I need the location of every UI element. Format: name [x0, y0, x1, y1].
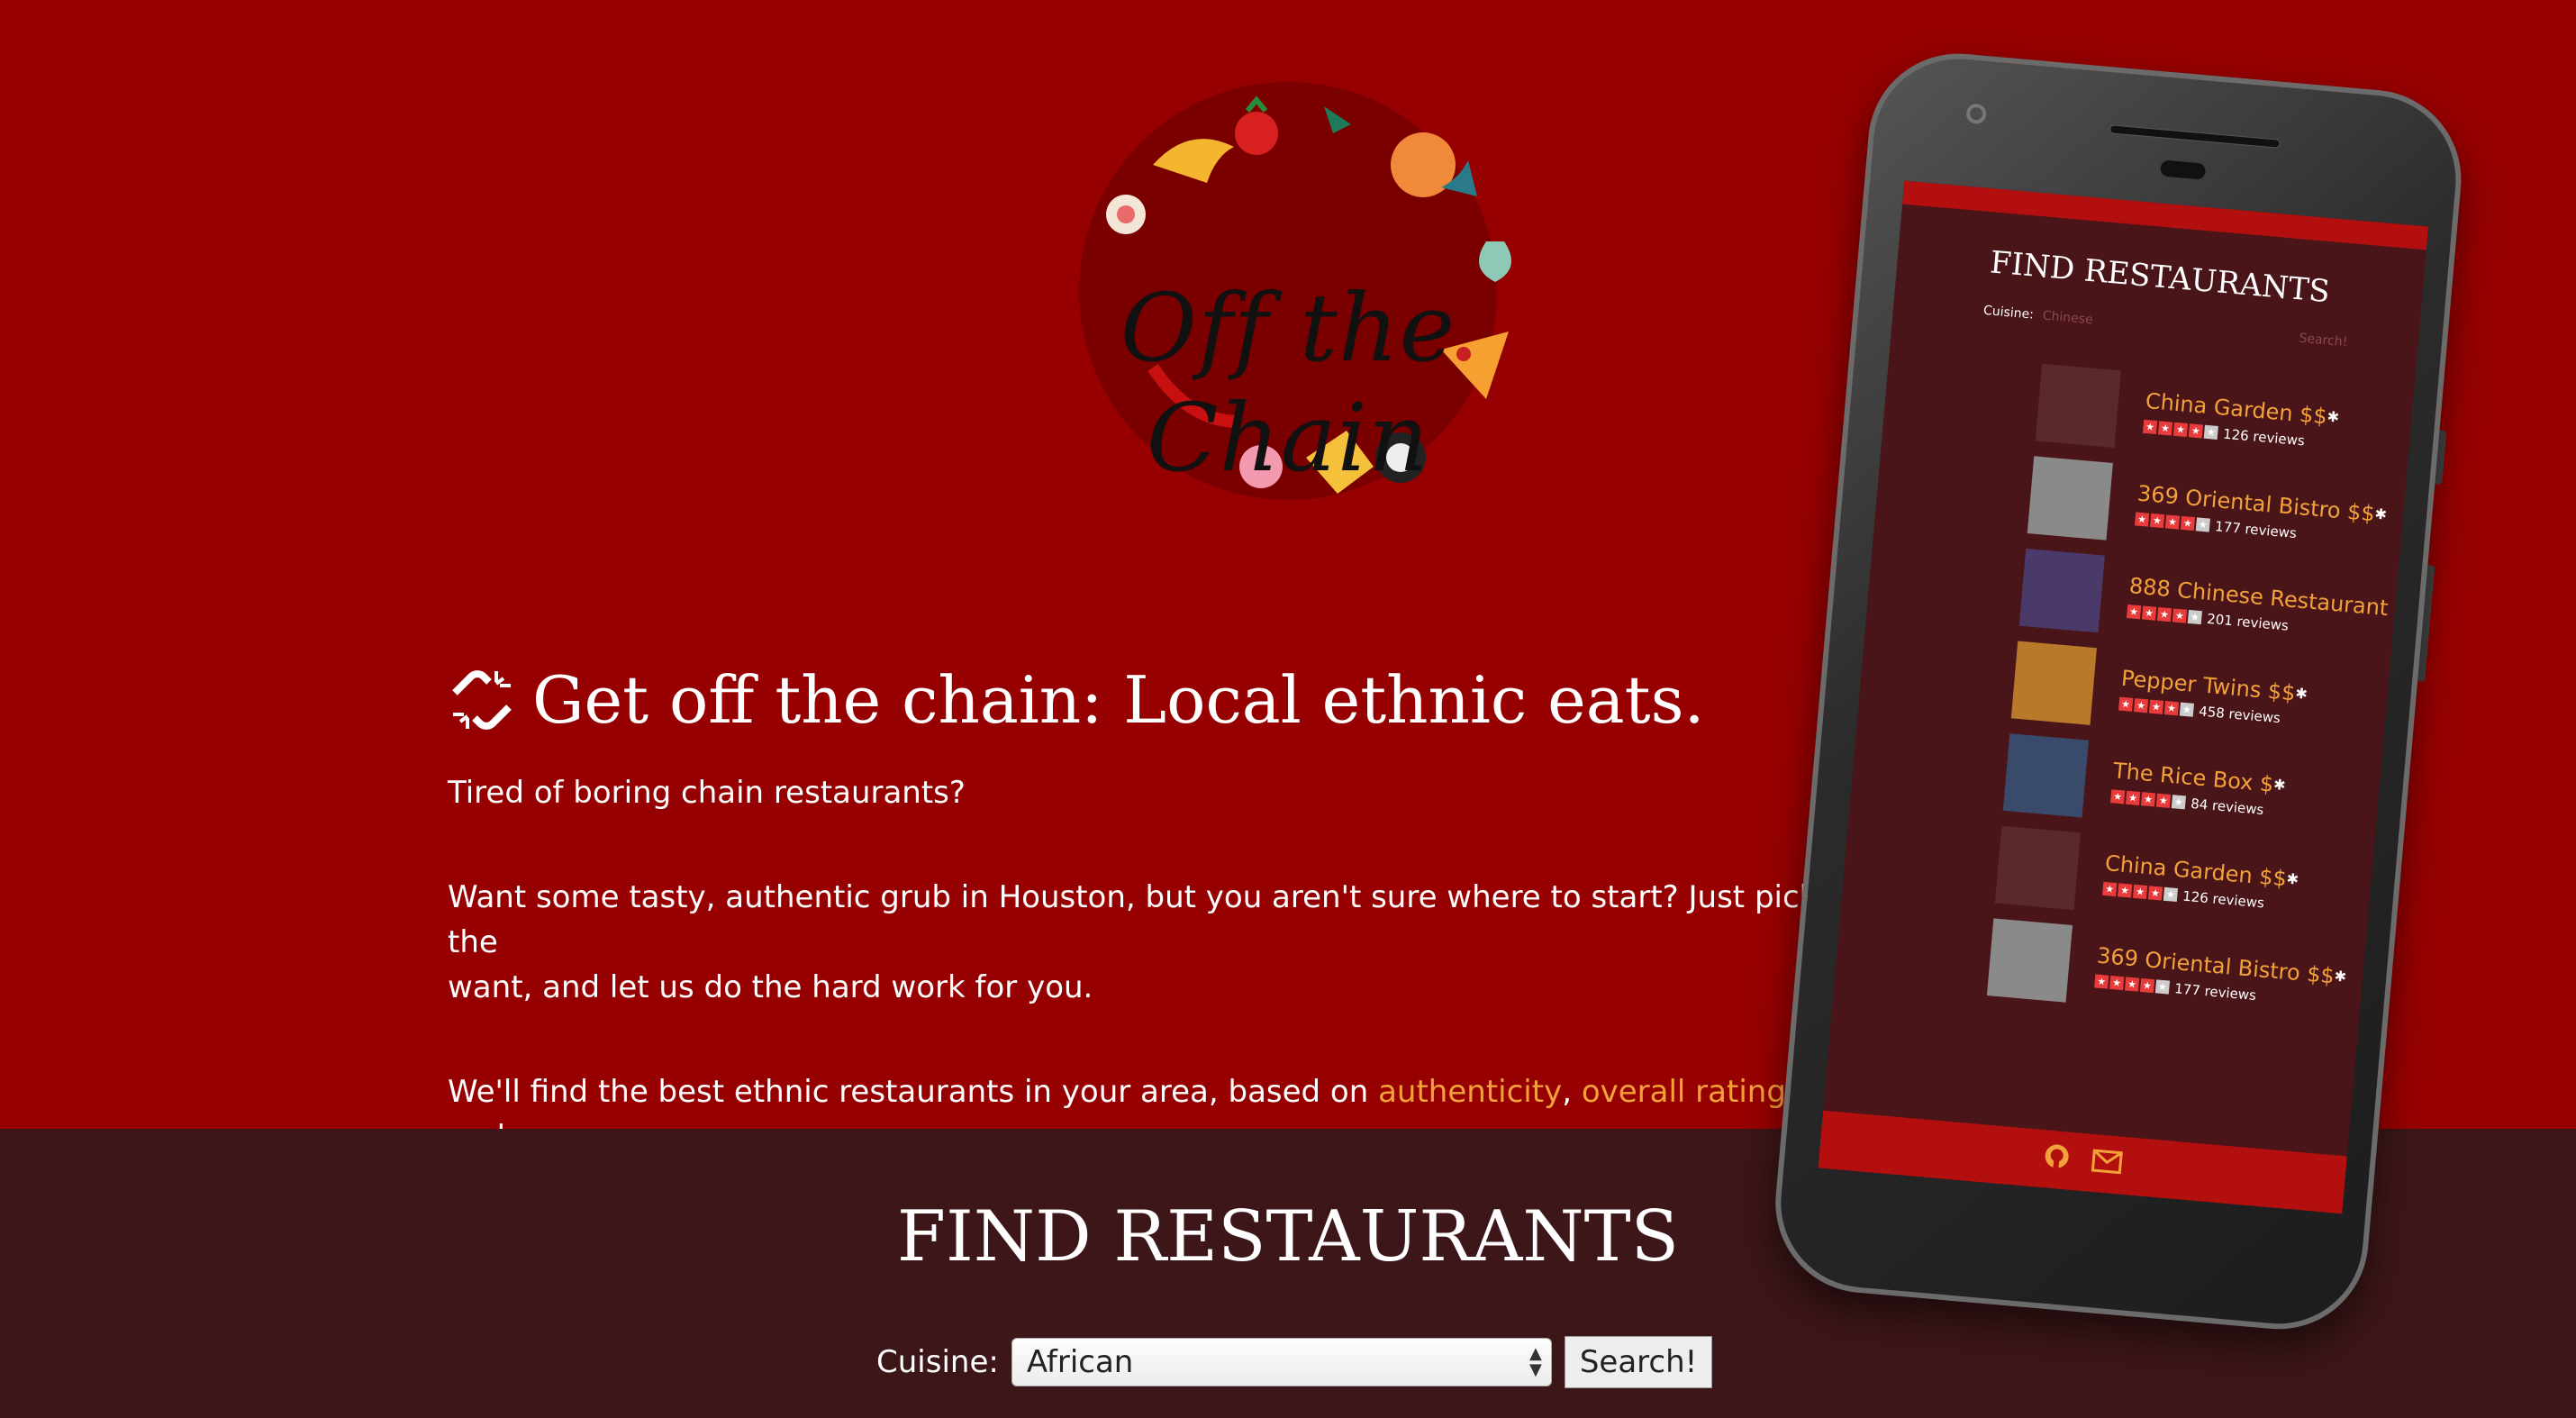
star-icon: ★: [2147, 886, 2163, 901]
phone-title: FIND RESTAURANTS: [1988, 244, 2332, 311]
phone-mockup: FIND RESTAURANTS Cuisine: Chinese Search…: [1747, 45, 2541, 1379]
yelp-icon[interactable]: ✱: [2327, 408, 2340, 426]
phone-footer: [1818, 1110, 2347, 1214]
star-icon: ★: [2094, 974, 2109, 989]
review-count: 84 reviews: [2190, 795, 2265, 818]
restaurant-thumbnail[interactable]: [2027, 455, 2113, 541]
restaurant-thumbnail[interactable]: [2002, 732, 2090, 817]
star-icon: ★: [2171, 795, 2187, 810]
star-icon: ★: [2140, 792, 2156, 807]
star-icon: ★: [2118, 883, 2133, 898]
review-count: 177 reviews: [2173, 979, 2257, 1004]
restaurant-thumbnail[interactable]: [2010, 641, 2098, 725]
star-icon: ★: [2155, 793, 2172, 808]
star-icon: ★: [2133, 698, 2149, 714]
phone-cuisine-input[interactable]: Chinese: [2042, 309, 2093, 328]
star-icon: ★: [2163, 886, 2179, 903]
star-icon: ★: [2118, 696, 2134, 712]
github-icon[interactable]: [2042, 1141, 2072, 1177]
review-count: 177 reviews: [2214, 517, 2298, 541]
review-count: 126 reviews: [2222, 425, 2306, 449]
yelp-icon[interactable]: ✱: [2295, 685, 2308, 703]
cuisine-select[interactable]: African ▲ ▼: [1011, 1338, 1552, 1386]
review-count: 201 reviews: [2206, 610, 2290, 634]
phone-cuisine-label: Cuisine:: [1982, 303, 2035, 323]
yelp-icon[interactable]: ✱: [2272, 776, 2286, 794]
search-form: Cuisine: African ▲ ▼ Search!: [876, 1336, 1713, 1388]
star-icon: ★: [2141, 605, 2157, 621]
star-icon: ★: [2180, 515, 2196, 532]
star-icon: ★: [2164, 514, 2181, 530]
yelp-icon[interactable]: ✱: [2374, 505, 2388, 523]
star-icon: ★: [2188, 423, 2204, 439]
broken-chain-icon: [452, 670, 512, 730]
review-count: 458 reviews: [2198, 702, 2281, 726]
select-arrows-icon: ▲ ▼: [1528, 1344, 1542, 1379]
star-icon: ★: [2132, 884, 2148, 900]
star-icon: ★: [2195, 517, 2210, 532]
cuisine-label: Cuisine:: [876, 1344, 999, 1380]
star-icon: ★: [2102, 881, 2118, 897]
star-icon: ★: [2172, 608, 2188, 623]
speaker-grille: [2109, 124, 2281, 149]
star-rating: ★ ★ ★ ★ ★: [2142, 419, 2218, 440]
restaurant-thumbnail[interactable]: [1994, 825, 2082, 910]
star-rating: ★ ★ ★ ★ ★: [2118, 696, 2195, 717]
star-icon: ★: [2172, 422, 2189, 438]
star-rating: ★ ★ ★ ★ ★: [2126, 604, 2202, 625]
star-icon: ★: [2125, 790, 2141, 805]
yelp-icon[interactable]: ✱: [2334, 968, 2347, 986]
restaurant-thumbnail[interactable]: [2018, 548, 2105, 632]
star-icon: ★: [2126, 604, 2142, 620]
restaurant-list: China Garden $$ ✱ ★ ★ ★ ★ ★ 126 reviews 369 Orie…: [1834, 342, 2428, 1035]
star-rating: ★ ★ ★ ★ ★: [2102, 881, 2179, 903]
star-rating: ★ ★ ★ ★ ★: [2134, 512, 2210, 532]
star-icon: ★: [2139, 977, 2155, 994]
star-icon: ★: [2203, 424, 2218, 440]
star-icon: ★: [2110, 789, 2126, 804]
star-icon: ★: [2157, 421, 2173, 436]
phone-screen: FIND RESTAURANTS Cuisine: Chinese Search…: [1818, 180, 2429, 1214]
intro-paragraph-2: Want some tasty, authentic grub in Houst…: [448, 879, 1818, 1005]
star-icon: ★: [2179, 702, 2195, 717]
star-icon: ★: [2142, 419, 2158, 435]
yelp-icon[interactable]: ✱: [2286, 870, 2299, 888]
intro-paragraph-1: Tired of boring chain restaurants?: [448, 775, 966, 811]
authenticity-link[interactable]: authenticity: [1378, 1074, 1562, 1110]
star-icon: ★: [2187, 609, 2202, 625]
headline-text: Get off the chain: Local ethnic eats.: [532, 662, 1705, 738]
star-icon: ★: [2134, 512, 2150, 527]
star-icon: ★: [2156, 606, 2172, 623]
phone-body: FIND RESTAURANTS Cuisine: Chinese Search…: [1767, 46, 2469, 1337]
star-icon: ★: [2149, 513, 2165, 529]
star-icon: ★: [2148, 699, 2164, 714]
phone-search-button[interactable]: Search!: [2299, 332, 2348, 350]
tagline: Get off the chain: Local ethnic eats.: [448, 662, 1704, 738]
star-rating: ★ ★ ★ ★ ★: [2094, 974, 2171, 995]
star-rating: ★ ★ ★ ★ ★: [2110, 789, 2187, 810]
star-icon: ★: [2163, 701, 2180, 716]
restaurant-thumbnail[interactable]: [2035, 363, 2121, 448]
restaurant-thumbnail[interactable]: [1986, 917, 2073, 1003]
review-count: 126 reviews: [2181, 887, 2265, 911]
star-icon: ★: [2109, 975, 2125, 991]
logo-text: Off the Chain: [1120, 273, 1456, 493]
star-icon: ★: [2154, 979, 2171, 995]
mail-icon[interactable]: [2091, 1147, 2124, 1181]
site-logo: Off the Chain: [1018, 79, 1558, 503]
camera-icon: [1965, 103, 1988, 125]
star-icon: ★: [2124, 977, 2140, 992]
search-button[interactable]: Search!: [1564, 1336, 1713, 1388]
